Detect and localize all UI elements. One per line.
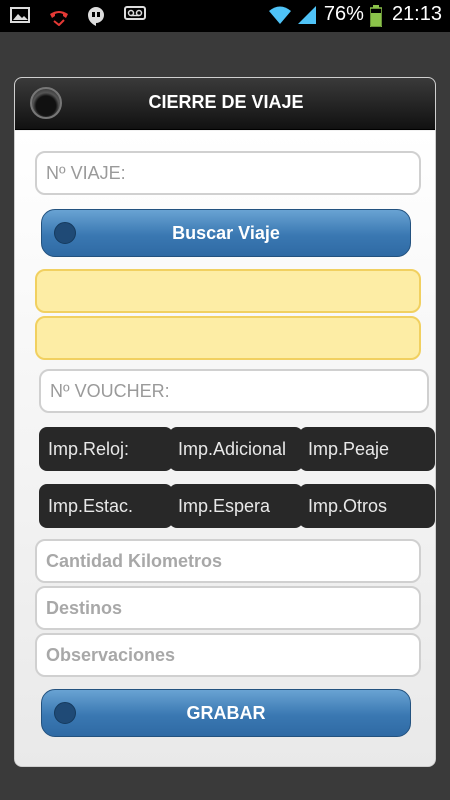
missed-call-icon bbox=[48, 6, 70, 27]
trip-info-field-2 bbox=[35, 316, 421, 360]
hangouts-icon bbox=[86, 6, 108, 26]
imp-reloj-button[interactable]: Imp.Reloj: bbox=[39, 427, 173, 471]
clock: 21:13 bbox=[391, 3, 442, 25]
signal-icon bbox=[296, 5, 318, 25]
button-dot-icon bbox=[54, 702, 76, 724]
buscar-viaje-label: Buscar Viaje bbox=[172, 222, 280, 243]
viaje-number-input[interactable]: Nº VIAJE: bbox=[35, 151, 421, 195]
viaje-number-placeholder: Nº VIAJE: bbox=[46, 162, 126, 183]
observaciones-placeholder: Observaciones bbox=[46, 644, 176, 665]
image-icon bbox=[10, 6, 32, 26]
trip-info-field-1 bbox=[35, 269, 421, 313]
voucher-number-input[interactable]: Nº VOUCHER: bbox=[39, 369, 429, 413]
buscar-viaje-button[interactable]: Buscar Viaje bbox=[41, 209, 411, 257]
imp-estac-button[interactable]: Imp.Estac. bbox=[39, 484, 173, 528]
observaciones-input[interactable]: Observaciones bbox=[35, 633, 421, 677]
voucher-number-placeholder: Nº VOUCHER: bbox=[50, 380, 170, 401]
imp-estac-label: Imp.Estac. bbox=[48, 495, 134, 516]
imp-otros-button[interactable]: Imp.Otros bbox=[299, 484, 435, 528]
imp-adicional-button[interactable]: Imp.Adicional bbox=[169, 427, 303, 471]
imp-adicional-label: Imp.Adicional bbox=[178, 438, 287, 459]
destinos-placeholder: Destinos bbox=[46, 597, 123, 618]
destinos-input[interactable]: Destinos bbox=[35, 586, 421, 630]
imp-peaje-button[interactable]: Imp.Peaje bbox=[299, 427, 435, 471]
button-dot-icon bbox=[54, 222, 76, 244]
imp-reloj-label: Imp.Reloj: bbox=[48, 438, 130, 459]
cierre-viaje-dialog: CIERRE DE VIAJE Nº VIAJE: Buscar Viaje N… bbox=[14, 77, 436, 767]
wifi-icon bbox=[268, 5, 291, 25]
battery-icon bbox=[369, 4, 383, 28]
dialog-header: CIERRE DE VIAJE bbox=[15, 78, 435, 130]
grabar-label: GRABAR bbox=[186, 702, 266, 723]
imp-espera-button[interactable]: Imp.Espera bbox=[169, 484, 303, 528]
imp-otros-label: Imp.Otros bbox=[308, 495, 388, 516]
imp-espera-label: Imp.Espera bbox=[178, 495, 271, 516]
grabar-button[interactable]: GRABAR bbox=[41, 689, 411, 737]
dialog-title: CIERRE DE VIAJE bbox=[148, 92, 304, 112]
kilometros-input[interactable]: Cantidad Kilometros bbox=[35, 539, 421, 583]
voicemail-icon bbox=[124, 6, 146, 26]
kilometros-placeholder: Cantidad Kilometros bbox=[46, 550, 223, 571]
status-bar: 76% 21:13 bbox=[0, 0, 450, 32]
dialog-content: Nº VIAJE: Buscar Viaje Nº VOUCHER: Imp.R… bbox=[15, 131, 435, 766]
battery-percent: 76% bbox=[323, 3, 364, 25]
imp-peaje-label: Imp.Peaje bbox=[308, 438, 390, 459]
